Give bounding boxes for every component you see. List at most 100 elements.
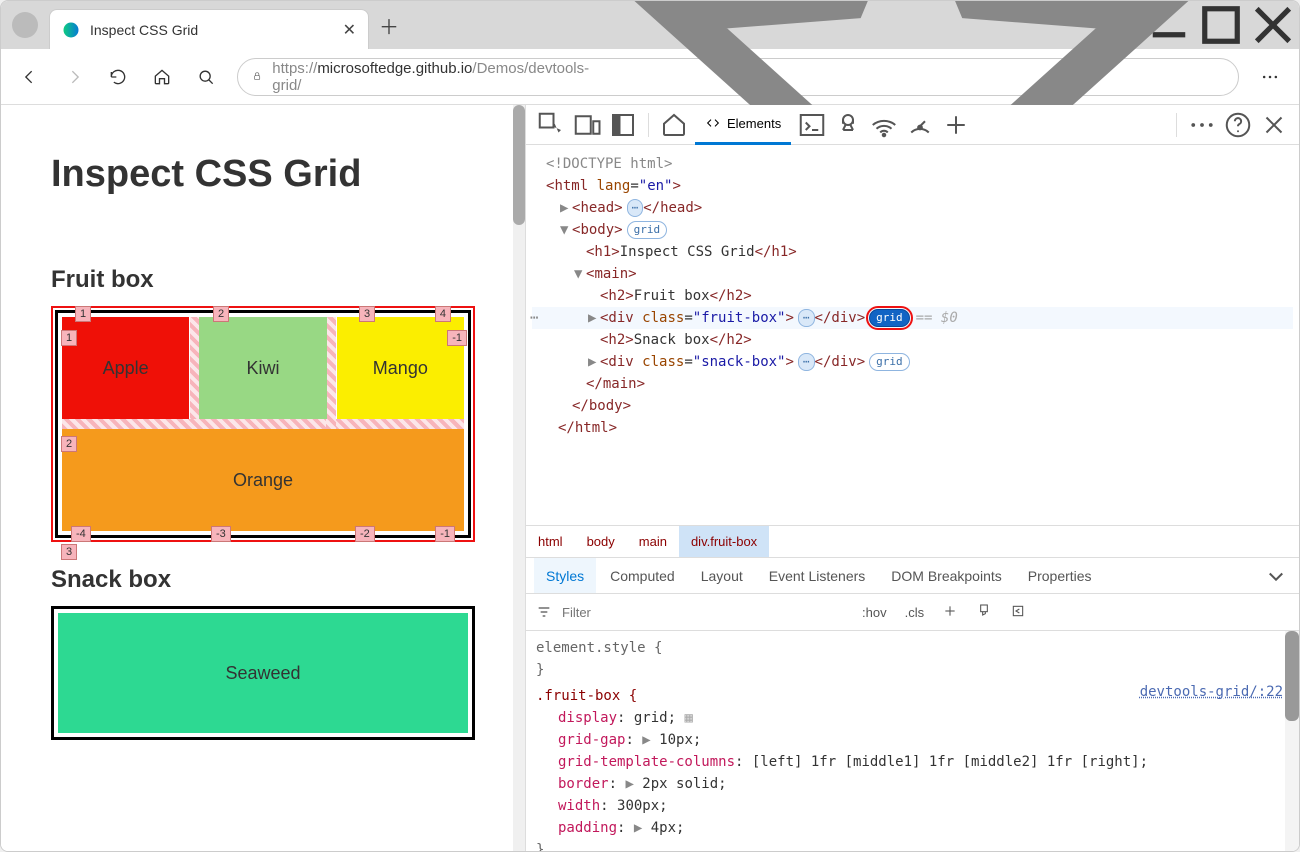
styles-tab-styles[interactable]: Styles — [534, 558, 596, 593]
dom-node[interactable]: </body> — [532, 395, 1293, 417]
css-rule: } — [536, 839, 1289, 851]
grid-line-label: -3 — [211, 526, 231, 542]
help-button[interactable] — [1223, 110, 1253, 140]
search-button[interactable] — [187, 58, 225, 96]
profile-button[interactable] — [1, 1, 49, 49]
styles-tab-properties[interactable]: Properties — [1016, 558, 1104, 593]
snack-box: Seaweed — [51, 606, 475, 740]
tab-performance[interactable] — [905, 110, 935, 140]
tab-sources[interactable] — [833, 110, 863, 140]
styles-more-button[interactable] — [1261, 561, 1291, 591]
styles-tab-layout[interactable]: Layout — [689, 558, 755, 593]
toggle-cls[interactable]: .cls — [901, 605, 929, 620]
grid-line-label: 2 — [213, 306, 229, 322]
grid-line-label: 3 — [61, 544, 77, 560]
grid-line-label: 3 — [359, 306, 375, 322]
grid-cell-seaweed: Seaweed — [58, 613, 468, 733]
more-tabs-button[interactable] — [941, 110, 971, 140]
dom-node[interactable]: </main> — [532, 373, 1293, 395]
dom-breadcrumbs: html body main div.fruit-box — [526, 525, 1299, 557]
crumb-body[interactable]: body — [575, 526, 627, 557]
dom-node[interactable]: ▼<body>grid — [532, 219, 1293, 241]
refresh-button[interactable] — [99, 58, 137, 96]
tab-elements[interactable]: Elements — [695, 105, 791, 145]
css-decl[interactable]: padding: ▶ 4px; — [536, 817, 1289, 839]
more-options-button[interactable] — [1187, 110, 1217, 140]
device-toolbar-button[interactable] — [572, 110, 602, 140]
styles-filter-input[interactable] — [562, 605, 738, 620]
dock-side-button[interactable] — [608, 110, 638, 140]
forward-button[interactable] — [55, 58, 93, 96]
dom-node-selected[interactable]: ▶<div class="fruit-box">⋯</div>grid== $0 — [532, 307, 1293, 329]
browser-tab[interactable]: Inspect CSS Grid ✕ — [49, 9, 369, 49]
dom-node[interactable]: <h1>Inspect CSS Grid</h1> — [532, 241, 1293, 263]
tab-network[interactable] — [869, 110, 899, 140]
address-bar[interactable]: https://microsoftedge.github.io/Demos/de… — [237, 58, 1239, 96]
crumb-main[interactable]: main — [627, 526, 679, 557]
close-devtools-button[interactable] — [1259, 110, 1289, 140]
page-scrollbar[interactable] — [513, 105, 525, 851]
url-text: https://microsoftedge.github.io/Demos/de… — [272, 60, 589, 94]
grid-line-label: -2 — [355, 526, 375, 542]
css-decl[interactable]: border: ▶ 2px solid; — [536, 773, 1289, 795]
avatar-icon — [12, 12, 38, 38]
styles-filter-bar: :hov .cls — [526, 593, 1299, 631]
dom-node[interactable]: ▶<div class="snack-box">⋯</div>grid — [532, 351, 1293, 373]
grid-cell-orange: Orange — [62, 429, 464, 531]
dom-node[interactable]: <h2>Fruit box</h2> — [532, 285, 1293, 307]
home-button[interactable] — [143, 58, 181, 96]
styles-brush-button[interactable] — [972, 603, 996, 622]
snack-box-heading: Snack box — [51, 566, 475, 594]
crumb-selected[interactable]: div.fruit-box — [679, 526, 769, 557]
lock-icon — [252, 71, 262, 81]
browser-toolbar: https://microsoftedge.github.io/Demos/de… — [1, 49, 1299, 105]
styles-scrollbar[interactable] — [1285, 631, 1299, 851]
dom-node[interactable]: ▼<main> — [532, 263, 1293, 285]
grid-line-label: -1 — [447, 330, 467, 346]
grid-line-label: 2 — [61, 436, 77, 452]
browser-window: Inspect CSS Grid ✕ ＋ https://microsofted… — [0, 0, 1300, 852]
tab-console[interactable] — [797, 110, 827, 140]
styles-computed-toggle[interactable] — [1006, 603, 1030, 622]
grid-cell-apple: Apple — [62, 317, 189, 419]
styles-tabs: Styles Computed Layout Event Listeners D… — [526, 557, 1299, 593]
dom-node[interactable]: <html lang="en"> — [532, 175, 1293, 197]
edge-favicon-icon — [62, 21, 80, 39]
page-viewport: Inspect CSS Grid Fruit box Apple Kiwi Ma… — [1, 105, 526, 851]
dom-node[interactable]: </html> — [532, 417, 1293, 439]
tab-title: Inspect CSS Grid — [90, 22, 333, 38]
settings-menu-button[interactable] — [1251, 58, 1289, 96]
toggle-hov[interactable]: :hov — [858, 605, 891, 620]
css-source-link[interactable]: devtools-grid/:22 — [1140, 681, 1283, 703]
page-title: Inspect CSS Grid — [51, 153, 475, 196]
styles-tab-dom-breakpoints[interactable]: DOM Breakpoints — [879, 558, 1013, 593]
tab-close-button[interactable]: ✕ — [343, 20, 356, 40]
crumb-html[interactable]: html — [526, 526, 575, 557]
dom-tree[interactable]: <!DOCTYPE html> <html lang="en"> ▶<head>… — [526, 145, 1299, 525]
back-button[interactable] — [11, 58, 49, 96]
dom-node[interactable]: <h2>Snack box</h2> — [532, 329, 1293, 351]
fruit-box-heading: Fruit box — [51, 266, 475, 294]
grid-line-label: 1 — [75, 306, 91, 322]
css-decl[interactable]: grid-template-columns: [left] 1fr [middl… — [536, 751, 1289, 773]
devtools-toolbar: Elements — [526, 105, 1299, 145]
css-decl[interactable]: grid-gap: ▶ 10px; — [536, 729, 1289, 751]
dom-node[interactable]: <!DOCTYPE html> — [532, 153, 1293, 175]
styles-tab-event-listeners[interactable]: Event Listeners — [757, 558, 878, 593]
styles-body[interactable]: element.style { } .fruit-box { devtools-… — [526, 631, 1299, 851]
window-close-button[interactable] — [1247, 1, 1299, 49]
grid-badge-active[interactable]: grid — [869, 309, 910, 327]
dom-node[interactable]: ▶<head>⋯</head> — [532, 197, 1293, 219]
filter-icon — [536, 604, 552, 620]
css-decl[interactable]: display: grid; ▦ — [536, 707, 1289, 729]
new-tab-button[interactable]: ＋ — [369, 1, 409, 49]
inspect-element-button[interactable] — [536, 110, 566, 140]
grid-cell-mango: Mango — [337, 317, 464, 419]
css-decl[interactable]: width: 300px; — [536, 795, 1289, 817]
styles-tab-computed[interactable]: Computed — [598, 558, 687, 593]
tab-welcome[interactable] — [659, 110, 689, 140]
fruit-box-highlighted: Apple Kiwi Mango Orange 1 2 3 4 1 2 3 -1… — [51, 306, 475, 542]
new-style-rule-button[interactable] — [938, 603, 962, 622]
css-rule: } — [536, 659, 1289, 681]
devtools-panel: Elements <!DOCTYPE html> <html lang="en"… — [526, 105, 1299, 851]
